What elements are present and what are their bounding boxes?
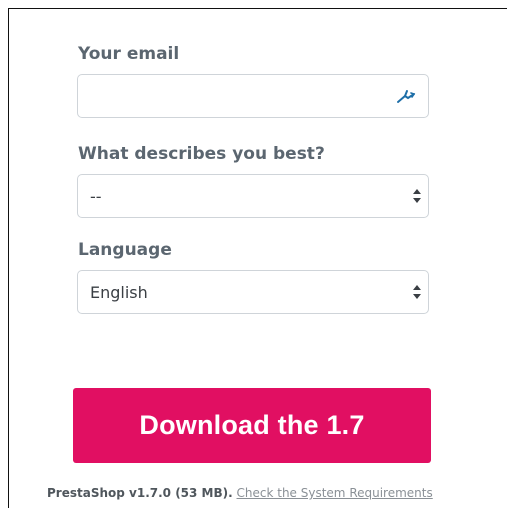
system-requirements-link[interactable]: Check the System Requirements <box>237 486 433 500</box>
email-label: Your email <box>78 44 180 64</box>
role-select[interactable]: -- <box>77 174 429 218</box>
language-label: Language <box>78 240 172 260</box>
version-text: PrestaShop v1.7.0 (53 MB). <box>47 486 233 500</box>
role-selected-value: -- <box>90 187 102 206</box>
email-input[interactable] <box>90 75 394 119</box>
email-field[interactable] <box>77 74 429 119</box>
language-select[interactable]: English <box>77 270 429 314</box>
sort-arrows-icon <box>412 283 422 301</box>
autofill-key-icon[interactable] <box>396 88 416 104</box>
role-label: What describes you best? <box>78 144 325 164</box>
footer-text: PrestaShop v1.7.0 (53 MB). Check the Sys… <box>47 486 433 500</box>
download-button[interactable]: Download the 1.7 <box>73 388 431 463</box>
sort-arrows-icon <box>412 187 422 205</box>
language-selected-value: English <box>90 283 148 302</box>
